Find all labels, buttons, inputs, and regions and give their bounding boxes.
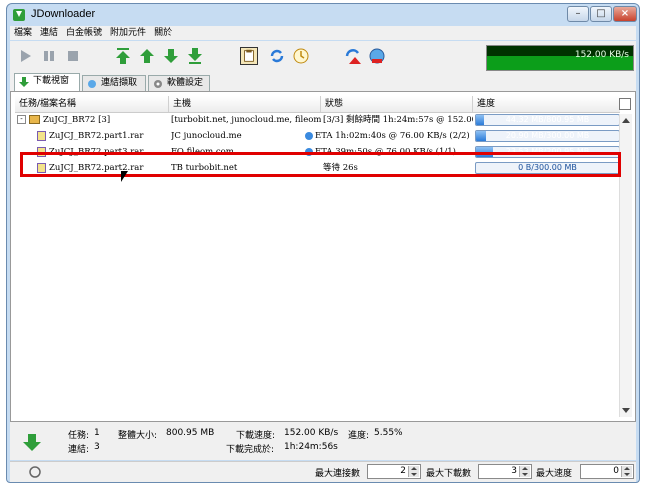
tasks-label: 任務:	[68, 431, 90, 441]
move-down-icon[interactable]	[162, 47, 180, 65]
premium-globe-icon[interactable]	[368, 47, 386, 65]
start-icon[interactable]	[16, 47, 34, 65]
move-top-icon[interactable]	[114, 47, 132, 65]
max-connections-label: 最大連接數	[315, 469, 361, 479]
package-row[interactable]: - ZuJCJ_BR72 [3] [turbobit.net, junocloud…	[15, 113, 620, 128]
menu-premium[interactable]: 白金帳號	[62, 26, 106, 40]
file-status: ETA 1h:02m:40s @ 76.00 KB/s (2/2)	[315, 131, 470, 141]
download-speed-label: 下載速度:	[236, 431, 276, 441]
app-window: JDownloader – □ × 檔案 連結 白金帳號 附加元件 關於 152.00 …	[6, 3, 640, 483]
progress-label: 進度:	[348, 431, 370, 441]
pause-icon[interactable]	[40, 47, 58, 65]
file-progress-text: 20.90 MB/300.00 MB	[505, 131, 590, 140]
tab-linkgrabber-label: 連結擷取	[101, 78, 138, 88]
download-arrow-icon	[19, 77, 29, 87]
eta-label: 下載完成於:	[226, 445, 275, 455]
title-bar[interactable]: JDownloader – □ ×	[7, 4, 639, 26]
eta-value: 1h:24m:56s	[284, 442, 338, 452]
package-name: ZuJCJ_BR72 [3]	[43, 115, 111, 125]
max-downloads-label: 最大下載數	[426, 469, 472, 479]
download-list-panel: 任務/檔案名稱 主機 狀態 進度 - ZuJCJ_BR72 [3] [turbob…	[10, 91, 636, 422]
window-title: JDownloader	[31, 8, 96, 20]
column-header-status[interactable]: 狀態	[321, 96, 473, 112]
mouse-cursor-icon	[121, 171, 128, 182]
download-speed-value: 152.00 KB/s	[284, 428, 339, 438]
max-downloads-value: 3	[511, 466, 517, 476]
max-speed-spinner[interactable]: 0	[580, 464, 634, 479]
spinner-arrows-icon[interactable]	[408, 466, 419, 477]
file-progress-bar: 20.90 MB/300.00 MB	[475, 130, 620, 142]
menu-links[interactable]: 連結	[36, 26, 62, 40]
package-name-cell: - ZuJCJ_BR72 [3]	[17, 113, 167, 128]
file-row[interactable]: ZuJCJ_BR72.part1.rar JC junocloud.me ETA…	[15, 129, 620, 144]
close-button[interactable]: ×	[613, 6, 637, 22]
file-name-cell: ZuJCJ_BR72.part1.rar	[37, 129, 167, 144]
stop-icon[interactable]	[64, 47, 82, 65]
links-label: 連結:	[68, 445, 90, 455]
speed-graph-label: 152.00 KB/s	[574, 50, 629, 60]
menu-bar: 檔案 連結 白金帳號 附加元件 關於	[10, 26, 636, 40]
status-panel: 任務: 1 連結: 3 整體大小: 800.95 MB 下載速度: 152.00…	[10, 422, 636, 460]
bottom-bar: 最大連接數 2 最大下載數 3 最大速度 0	[10, 461, 636, 482]
scroll-down-icon[interactable]	[622, 408, 630, 413]
links-value: 3	[94, 442, 100, 452]
max-connections-spinner[interactable]: 2	[367, 464, 421, 479]
file-name: ZuJCJ_BR72.part1.rar	[49, 131, 144, 141]
file-host-cell: JC junocloud.me	[171, 129, 321, 144]
spinner-arrows-icon[interactable]	[621, 466, 632, 477]
tasks-value: 1	[94, 428, 100, 438]
tab-linkgrabber[interactable]: 連結擷取	[82, 75, 146, 91]
reconnect-warning-icon[interactable]	[344, 47, 362, 65]
update-icon[interactable]	[292, 47, 310, 65]
reconnect-icon[interactable]	[268, 47, 286, 65]
link-grabber-icon	[88, 80, 96, 88]
file-status-cell: ETA 1h:02m:40s @ 76.00 KB/s (2/2)	[305, 129, 473, 144]
tab-downloads[interactable]: 下載視窗	[14, 73, 80, 91]
tab-settings-label: 軟體設定	[167, 78, 204, 88]
clipboard-monitor-icon[interactable]	[240, 47, 258, 65]
tab-downloads-label: 下載視窗	[33, 76, 70, 86]
progress-value: 5.55%	[374, 428, 403, 438]
package-progress-bar: 44.32 MB/800.95 MB	[475, 114, 620, 126]
total-size-label: 整體大小:	[118, 431, 158, 441]
move-up-icon[interactable]	[138, 47, 156, 65]
total-size-value: 800.95 MB	[166, 428, 215, 438]
scroll-up-icon[interactable]	[622, 118, 630, 123]
collapse-toggle[interactable]: -	[17, 115, 26, 124]
toolbar: 152.00 KB/s	[10, 41, 636, 73]
menu-about[interactable]: 關於	[150, 26, 176, 40]
spinner-arrows-icon[interactable]	[519, 466, 530, 477]
archive-file-icon	[37, 130, 46, 141]
settings-gear-icon	[154, 80, 162, 88]
max-connections-value: 2	[400, 466, 406, 476]
speed-graph: 152.00 KB/s	[486, 45, 634, 71]
column-header-host[interactable]: 主機	[169, 96, 321, 112]
menu-file[interactable]: 檔案	[10, 26, 36, 40]
package-status: [3/3] 剩餘時間 1h:24m:57s @ 152.00 K	[323, 115, 473, 125]
refresh-status-icon	[305, 131, 313, 140]
column-header-progress[interactable]: 進度	[473, 96, 620, 112]
column-chooser-icon[interactable]	[619, 98, 631, 110]
file-host: junocloud.me	[183, 131, 242, 141]
package-progress-text: 44.32 MB/800.95 MB	[505, 115, 590, 124]
column-header-name[interactable]: 任務/檔案名稱	[15, 96, 169, 112]
table-header: 任務/檔案名稱 主機 狀態 進度	[15, 96, 620, 113]
max-speed-value: 0	[613, 466, 619, 476]
menu-addons[interactable]: 附加元件	[106, 26, 150, 40]
host-prefix: JC	[171, 131, 181, 141]
maximize-button[interactable]: □	[590, 6, 612, 22]
max-speed-label: 最大速度	[536, 469, 573, 479]
reconnect-status-icon[interactable]	[28, 465, 42, 479]
highlight-annotation-box	[20, 152, 621, 177]
jdownloader-logo-icon	[13, 9, 25, 21]
max-downloads-spinner[interactable]: 3	[478, 464, 532, 479]
minimize-button[interactable]: –	[567, 6, 589, 22]
download-status-icon	[23, 434, 41, 451]
tab-settings[interactable]: 軟體設定	[148, 75, 210, 91]
move-bottom-icon[interactable]	[186, 47, 204, 65]
package-icon	[29, 115, 40, 124]
package-host: [turbobit.net, junocloud.me, fileom.co..…	[171, 115, 321, 125]
tab-bar: 下載視窗 連結擷取 軟體設定	[10, 73, 636, 91]
